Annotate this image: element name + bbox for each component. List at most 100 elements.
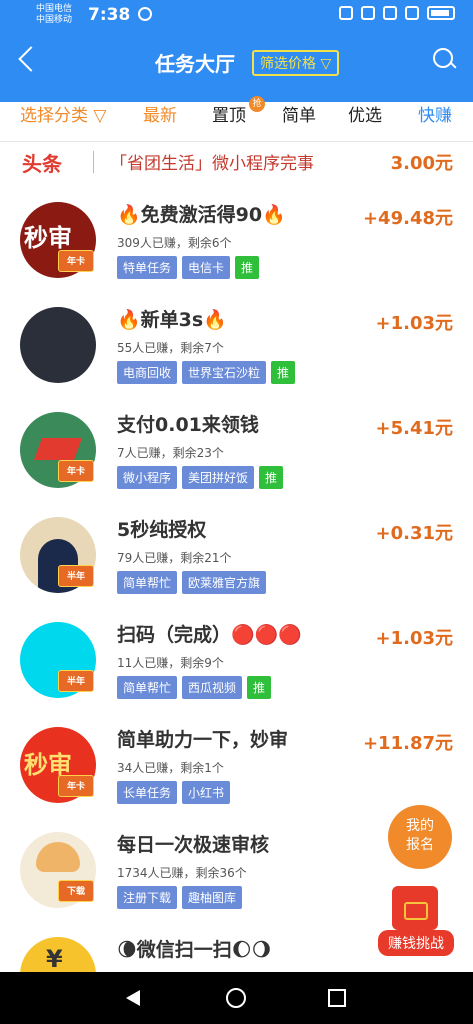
- recommend-tag: 推: [247, 676, 272, 699]
- tag: 欧莱雅官方旗: [182, 571, 267, 594]
- task-meta: 7人已赚，剩余23个: [117, 446, 224, 460]
- task-item[interactable]: 秒审 年卡 🔥免费激活得90🔥 309人已赚，剩余6个 特单任务 电信卡 推 +…: [0, 196, 473, 300]
- alarm-icon: [339, 6, 353, 20]
- tag: 电商回收: [117, 361, 178, 384]
- task-tags: 电商回收 世界宝石沙粒 推: [117, 361, 296, 384]
- task-price: +49.48元: [362, 208, 453, 229]
- challenge-label: 赚钱挑战: [378, 930, 454, 956]
- task-tags: 简单帮忙 西瓜视频 推: [117, 676, 272, 699]
- tag: 趣柚图库: [182, 886, 243, 909]
- tab-pin[interactable]: 置顶: [212, 101, 246, 126]
- banner-price: 3.00元: [390, 153, 453, 174]
- task-title: 每日一次极速审核: [117, 834, 270, 856]
- tab-bar: 选择分类 ▽ 最新 置顶 抢 简单 优选 快赚: [0, 96, 473, 142]
- task-tags: 注册下载 趣柚图库: [117, 886, 243, 909]
- task-title: 支付0.01来领钱: [117, 414, 259, 436]
- task-tags: 简单帮忙 欧莱雅官方旗: [117, 571, 267, 594]
- task-meta: 34人已赚，剩余1个: [117, 761, 224, 775]
- carrier-info: 中国电信 中国移动: [36, 4, 72, 26]
- carrier-1: 中国电信: [36, 4, 73, 14]
- tag: 美团拼好饭: [182, 466, 255, 489]
- hat-icon: [36, 842, 80, 872]
- task-price: +5.41元: [375, 418, 454, 439]
- tag: 电信卡: [182, 256, 231, 279]
- task-item[interactable]: 半年 5秒纯授权 79人已赚，剩余21个 简单帮忙 欧莱雅官方旗 +0.31元: [0, 511, 473, 615]
- tag: 长单任务: [117, 781, 178, 804]
- price-filter-button[interactable]: 筛选价格 ▽: [252, 50, 340, 76]
- red-flag-icon: [33, 438, 83, 460]
- pin-badge: 抢: [249, 96, 265, 112]
- task-tags: 长单任务 小红书: [117, 781, 231, 804]
- battery-icon: [427, 6, 455, 20]
- promo-banner[interactable]: 头条 「省团生活」微小程序完事 3.00元: [0, 141, 473, 183]
- tag: 世界宝石沙粒: [182, 361, 267, 384]
- task-item[interactable]: 半年 扫码（完成）🔴🔴🔴 11人已赚，剩余9个 简单帮忙 西瓜视频 推 +1.0…: [0, 616, 473, 720]
- red-envelope-icon: [392, 886, 438, 930]
- task-price: +1.03元: [375, 313, 454, 334]
- tag: 注册下载: [117, 886, 178, 909]
- notification-icon: [138, 7, 152, 21]
- avatar-badge: 半年: [58, 565, 94, 587]
- task-meta: 55人已赚，剩余7个: [117, 341, 224, 355]
- banner-divider: [93, 151, 94, 173]
- nav-back-icon[interactable]: [126, 990, 140, 1006]
- task-title: 扫码（完成）🔴🔴🔴: [117, 624, 302, 646]
- task-item[interactable]: 年卡 支付0.01来领钱 7人已赚，剩余23个 微小程序 美团拼好饭 推 +5.…: [0, 406, 473, 510]
- tab-category[interactable]: 选择分类 ▽: [20, 101, 106, 126]
- tag: 特单任务: [117, 256, 178, 279]
- header-bar: 中国电信 中国移动 7:38 任务大厅 筛选价格 ▽: [0, 0, 473, 102]
- task-title: 5秒纯授权: [117, 519, 207, 541]
- task-title: 🔥免费激活得90🔥: [117, 204, 286, 226]
- task-meta: 1734人已赚，剩余36个: [117, 866, 247, 880]
- clock: 7:38: [88, 5, 131, 25]
- tab-fast[interactable]: 快赚: [418, 101, 452, 126]
- nav-recent-icon[interactable]: [328, 989, 346, 1007]
- task-tags: 微小程序 美团拼好饭 推: [117, 466, 284, 489]
- task-meta: 79人已赚，剩余21个: [117, 551, 232, 565]
- wifi-icon: [383, 6, 397, 20]
- status-icons: [339, 6, 455, 20]
- my-signup-button[interactable]: 我的 报名: [388, 805, 452, 869]
- earn-challenge-button[interactable]: 赚钱挑战: [378, 886, 454, 958]
- tab-preferred[interactable]: 优选: [348, 101, 382, 126]
- tag: 西瓜视频: [182, 676, 243, 699]
- tab-latest[interactable]: 最新: [143, 101, 177, 126]
- tag: 简单帮忙: [117, 571, 178, 594]
- tab-simple[interactable]: 简单: [282, 101, 316, 126]
- yen-icon: ¥: [46, 945, 63, 972]
- back-icon[interactable]: [16, 44, 40, 76]
- tag: 微小程序: [117, 466, 178, 489]
- banner-brand: 头条: [22, 152, 62, 176]
- avatar-badge: 年卡: [58, 250, 94, 272]
- task-title: 🌘微信扫一扫🌔🌖: [117, 939, 272, 961]
- task-price: +1.03元: [375, 628, 454, 649]
- nav-home-icon[interactable]: [226, 988, 246, 1008]
- avatar-badge: 半年: [58, 670, 94, 692]
- signal-icon: [405, 6, 419, 20]
- system-nav-bar: [0, 972, 473, 1024]
- task-meta: 309人已赚，剩余6个: [117, 236, 232, 250]
- avatar: ¥: [20, 937, 96, 972]
- page-title: 任务大厅: [155, 52, 235, 76]
- task-meta: 11人已赚，剩余9个: [117, 656, 224, 670]
- vibrate-icon: [361, 6, 375, 20]
- task-tags: 特单任务 电信卡 推: [117, 256, 260, 279]
- carrier-2: 中国移动: [36, 15, 73, 25]
- title-nav: 任务大厅 筛选价格 ▽: [0, 30, 473, 102]
- avatar-badge: 年卡: [58, 460, 94, 482]
- banner-text: 「省团生活」微小程序完事: [110, 154, 314, 174]
- recommend-tag: 推: [271, 361, 296, 384]
- recommend-tag: 推: [235, 256, 260, 279]
- task-item[interactable]: 🔥新单3s🔥 55人已赚，剩余7个 电商回收 世界宝石沙粒 推 +1.03元: [0, 301, 473, 405]
- task-price: +11.87元: [362, 733, 453, 754]
- status-bar: 中国电信 中国移动 7:38: [0, 0, 473, 30]
- task-title: 🔥新单3s🔥: [117, 309, 227, 331]
- avatar-badge: 年卡: [58, 775, 94, 797]
- avatar: [20, 307, 96, 383]
- tag: 简单帮忙: [117, 676, 178, 699]
- task-price: +0.31元: [375, 523, 454, 544]
- signup-line-2: 报名: [406, 837, 434, 853]
- task-title: 简单助力一下，妙审: [117, 729, 289, 751]
- avatar-badge: 下载: [58, 880, 94, 902]
- search-icon[interactable]: [431, 46, 457, 72]
